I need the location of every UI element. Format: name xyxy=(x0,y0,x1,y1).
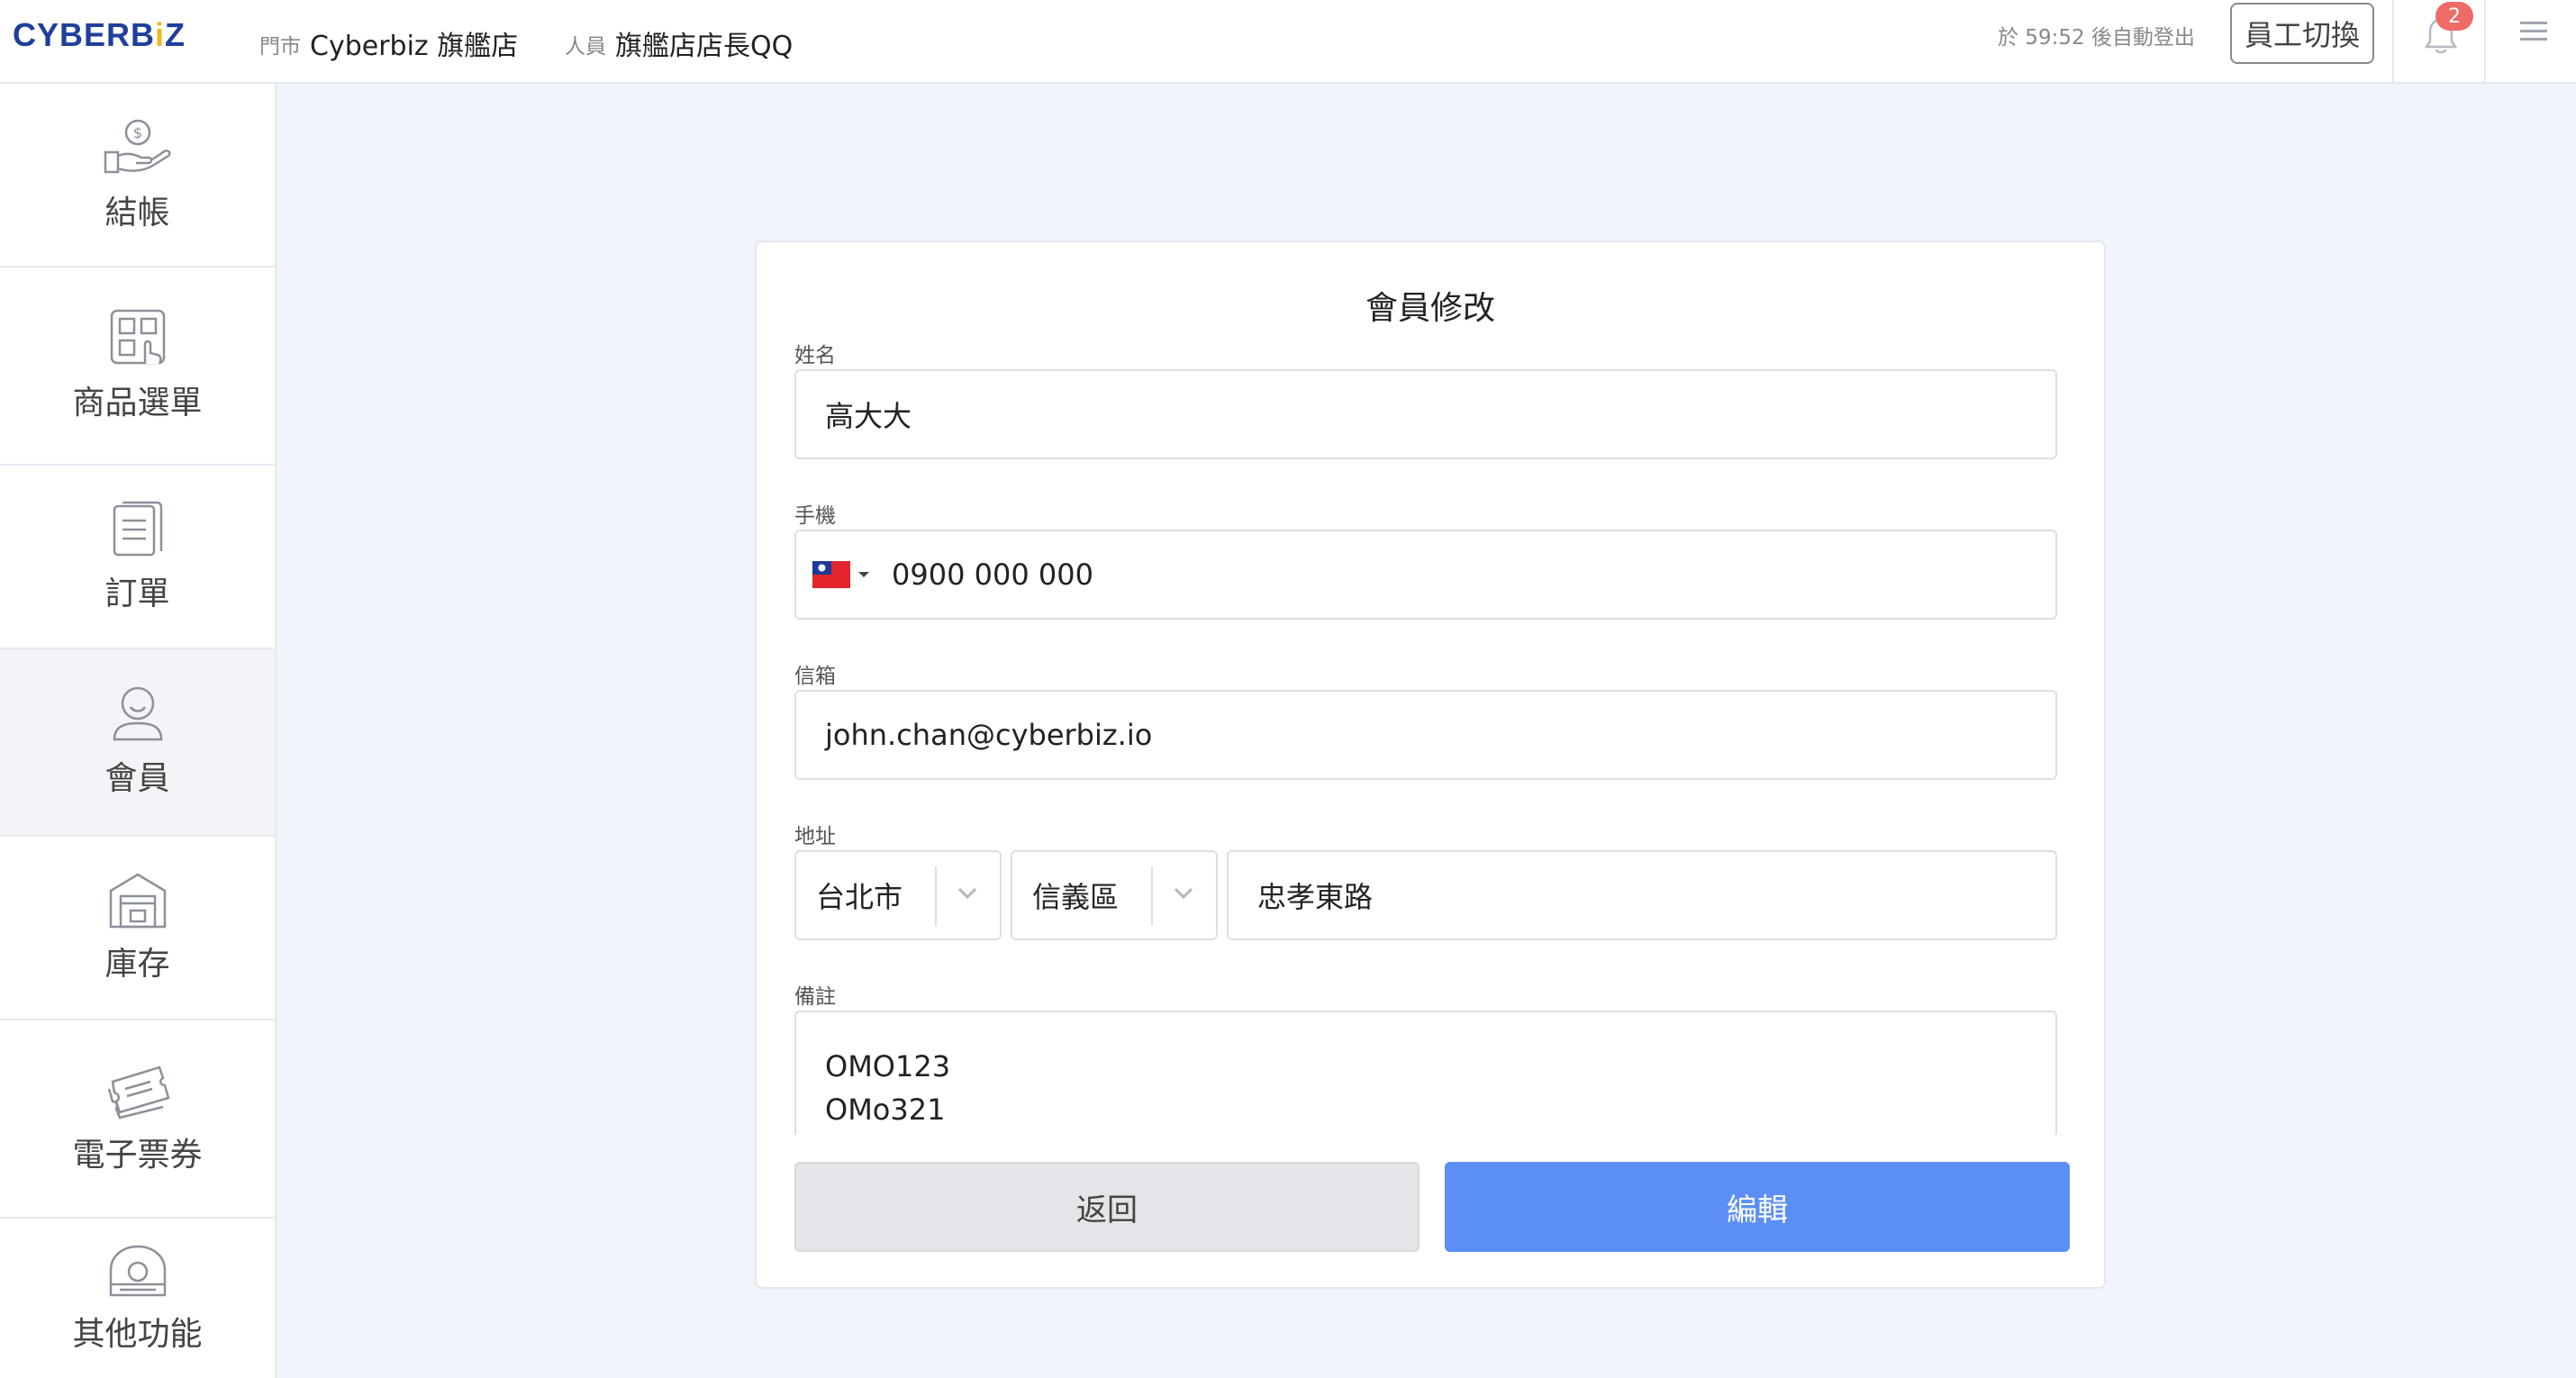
staff-label: 人員 xyxy=(565,35,606,59)
page-title: 會員修改 xyxy=(1365,290,1495,327)
name-label: 姓名 xyxy=(794,344,836,367)
cyberbiz-logo[interactable]: CYBERBiZ xyxy=(13,16,186,54)
district-select[interactable]: 信義區 xyxy=(1011,850,1218,940)
hamburger-menu-icon[interactable] xyxy=(2518,16,2549,47)
switch-staff-button[interactable]: 員工切換 xyxy=(2230,3,2374,64)
sidebar-item-orders[interactable]: 訂單 xyxy=(0,466,275,649)
edit-button[interactable]: 編輯 xyxy=(1445,1162,2070,1252)
select-divider xyxy=(935,866,937,926)
sidebar-item-checkout[interactable]: $ 結帳 xyxy=(0,84,275,267)
sidebar-item-inventory[interactable]: 庫存 xyxy=(0,837,275,1020)
note-line: OMO123 xyxy=(825,1049,951,1083)
select-divider xyxy=(1151,866,1153,926)
sidebar-item-label: 會員 xyxy=(104,760,170,797)
phone-value: 0900 000 000 xyxy=(892,558,1093,592)
order-icon xyxy=(113,501,162,557)
staff-name: 旗艦店店長QQ xyxy=(615,31,794,62)
warehouse-icon xyxy=(109,873,166,929)
sidebar-item-product-menu[interactable]: 商品選單 xyxy=(0,267,275,466)
email-field[interactable]: john.chan@cyberbiz.io xyxy=(794,690,2057,780)
back-button[interactable]: 返回 xyxy=(794,1162,1420,1252)
phone-label: 手機 xyxy=(794,504,836,528)
sidebar-item-label: 庫存 xyxy=(104,946,170,983)
notification-button[interactable]: 2 xyxy=(2392,0,2486,84)
note-label: 備註 xyxy=(794,985,836,1009)
city-select[interactable]: 台北市 xyxy=(794,850,1002,940)
chevron-down-icon xyxy=(1174,887,1193,900)
sidebar-item-label: 電子票券 xyxy=(72,1137,203,1174)
name-field[interactable]: 高大大 xyxy=(794,369,2057,459)
sidebar-item-other-functions[interactable]: 其他功能 xyxy=(0,1219,275,1378)
sidebar-item-label: 其他功能 xyxy=(72,1315,203,1353)
sidebar-item-label: 結帳 xyxy=(104,195,170,231)
product-menu-icon xyxy=(110,309,165,365)
district-value: 信義區 xyxy=(1032,880,1120,914)
other-functions-icon xyxy=(109,1245,166,1296)
sidebar-item-e-tickets[interactable]: 電子票券 xyxy=(0,1020,275,1219)
note-line: OMo321 xyxy=(825,1092,946,1127)
address-label: 地址 xyxy=(794,825,836,848)
auto-logout-timer: 於 59:52 後自動登出 xyxy=(1998,26,2195,50)
top-bar: CYBERBiZ 門市 Cyberbiz 旗艦店 人員 旗艦店店長QQ 於 59… xyxy=(0,0,2576,84)
notification-badge: 2 xyxy=(2435,2,2473,31)
city-value: 台北市 xyxy=(816,880,903,914)
sidebar: $ 結帳 商品選單 訂單 會員 庫存 電子票券 其他功能 xyxy=(0,84,277,1378)
sidebar-item-label: 訂單 xyxy=(104,576,170,612)
ticket-icon xyxy=(107,1065,170,1120)
note-field[interactable]: OMO123 OMo321 xyxy=(794,1011,2057,1135)
member-edit-card: 會員修改 姓名 高大大 手機 0900 000 000 信箱 john.chan… xyxy=(755,240,2106,1289)
sidebar-item-members[interactable]: 會員 xyxy=(0,649,275,837)
chevron-down-icon xyxy=(957,887,977,900)
taiwan-flag-icon xyxy=(812,561,850,588)
email-label: 信箱 xyxy=(794,665,836,688)
phone-field[interactable]: 0900 000 000 xyxy=(794,530,2057,620)
store-name: Cyberbiz 旗艦店 xyxy=(310,31,519,62)
member-icon xyxy=(113,686,162,741)
sidebar-item-label: 商品選單 xyxy=(72,385,203,422)
street-field[interactable]: 忠孝東路 xyxy=(1227,850,2057,940)
chevron-down-icon xyxy=(858,572,869,577)
store-label: 門市 xyxy=(259,35,301,59)
svg-text:$: $ xyxy=(132,124,141,141)
country-code-select[interactable] xyxy=(812,561,870,588)
checkout-icon: $ xyxy=(104,119,171,174)
